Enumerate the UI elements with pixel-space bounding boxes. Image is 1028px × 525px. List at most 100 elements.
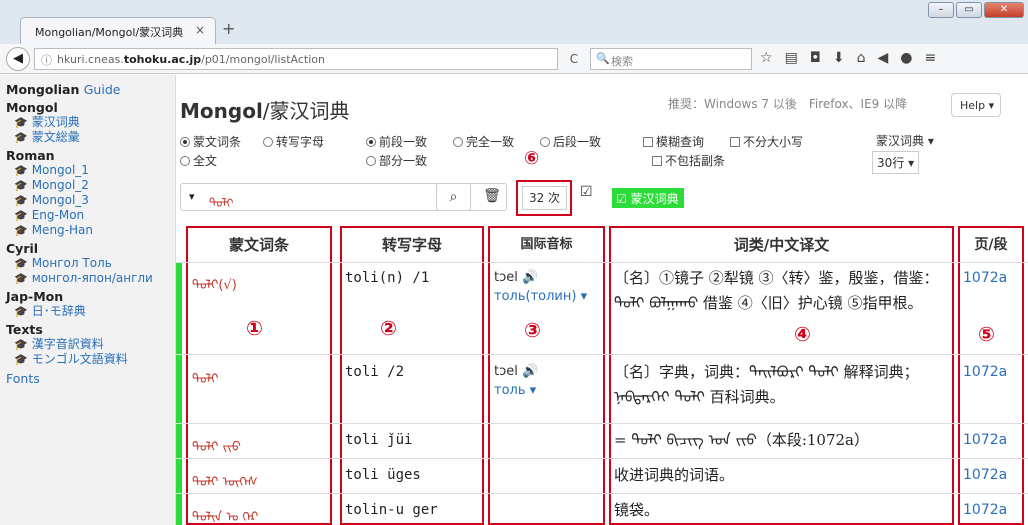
- help-label: Help: [960, 99, 986, 112]
- search-button[interactable]: ⌕: [436, 183, 471, 211]
- checkbox-exclude-sub[interactable]: 不包括副条: [652, 152, 725, 169]
- close-tab-icon[interactable]: ×: [195, 23, 205, 37]
- sidebar-item-label: 日･モ辞典: [31, 304, 86, 318]
- guide-link[interactable]: Guide: [84, 82, 121, 97]
- row3-mongol[interactable]: ᠲᠣᠯᠢ ᠵᠢᠤ: [192, 432, 241, 455]
- sidebar-item-mongol-shiryo[interactable]: 🎓 モンゴル文語資料: [6, 352, 175, 367]
- sidebar-item-mongol-tol[interactable]: 🎓 Монгол Толь: [6, 256, 175, 271]
- sidebar-item-mongol-yapon[interactable]: 🎓 монгол-япон/англи: [6, 271, 175, 286]
- menu-icon[interactable]: ≡: [925, 50, 937, 66]
- fonts-link[interactable]: Fonts: [6, 371, 175, 386]
- cyrillic-text: толь: [494, 383, 526, 398]
- browser-search-input[interactable]: 🔍 検索: [590, 48, 752, 70]
- header-ipa[interactable]: 国际音标: [490, 229, 603, 263]
- info-icon[interactable]: ⓘ: [41, 52, 52, 68]
- reading-list-icon[interactable]: ▤: [785, 50, 798, 66]
- marker-2: ②: [380, 316, 397, 340]
- sidebar-item-kanji-shiryo[interactable]: 🎓 漢字音訳資料: [6, 337, 175, 352]
- row1-cyrillic[interactable]: толь(толин) ▾: [494, 289, 587, 304]
- pocket-icon[interactable]: ◘: [810, 50, 821, 66]
- hat-icon: 🎓: [14, 179, 28, 192]
- help-button[interactable]: Help ▾: [951, 93, 1001, 117]
- row4-translit: toli üges: [345, 467, 421, 483]
- browser-navbar: ◀ ⓘ hkuri.cneas.tohoku.ac.jp/p01/mongol/…: [0, 44, 1028, 74]
- back-arrow-icon[interactable]: ◀: [6, 47, 30, 71]
- hat-icon: 🎓: [14, 338, 28, 351]
- option-label: 后段一致: [553, 135, 602, 149]
- sidebar-item-mongol-2[interactable]: 🎓 Mongol_2: [6, 178, 175, 193]
- row-highlight-bar: [176, 494, 182, 525]
- sidebar-item-mongol-3[interactable]: 🎓 Mongol_3: [6, 193, 175, 208]
- window-controls: – ▭ ✕: [928, 2, 1024, 18]
- header-translation[interactable]: 词类/中文译文: [611, 229, 952, 263]
- url-bar[interactable]: ⓘ hkuri.cneas.tohoku.ac.jp/p01/mongol/li…: [34, 48, 558, 70]
- sidebar-item-mongol-zonghui[interactable]: 🎓 蒙文総彙: [6, 130, 175, 145]
- radio-exact-match[interactable]: 完全一致: [453, 133, 514, 150]
- row2-mongol[interactable]: ᠲᠣᠯᠢ: [192, 364, 218, 387]
- row5-page[interactable]: 1072a: [963, 502, 1007, 518]
- sidebar-item-jap-mon[interactable]: 🎓 日･モ辞典: [6, 304, 175, 319]
- header-page[interactable]: 页/段: [960, 229, 1022, 263]
- dict-badge[interactable]: ☑ 蒙汉词典: [612, 188, 684, 208]
- sidebar-item-menghan-dict[interactable]: 🎓 蒙汉词典: [6, 115, 175, 130]
- radio-translit[interactable]: 转写字母: [263, 133, 324, 150]
- checkbox-box: [643, 137, 653, 147]
- marker-6: ⑥: [524, 148, 540, 169]
- marker-5: ⑤: [978, 322, 995, 346]
- row2-cyrillic[interactable]: толь ▾: [494, 383, 536, 398]
- window-close-icon[interactable]: ✕: [984, 2, 1024, 18]
- radio-prefix-match[interactable]: 前段一致: [366, 133, 427, 150]
- title-chinese: /蒙汉词典: [262, 99, 350, 123]
- row1-mongol[interactable]: ᠲᠣᠯᠢ(√): [192, 270, 237, 293]
- trash-icon: 🗑: [483, 188, 501, 204]
- sidebar-group-title: Mongolian: [6, 82, 80, 97]
- sidebar-item-label: 蒙汉词典: [31, 115, 80, 129]
- option-label: 完全一致: [466, 135, 515, 149]
- browser-tab[interactable]: Mongolian/Mongol/蒙汉词典 ×: [20, 17, 216, 44]
- home-icon[interactable]: ⌂: [857, 50, 866, 66]
- header-mongol-entry[interactable]: 蒙文词条: [188, 229, 330, 263]
- new-tab-button[interactable]: +: [222, 19, 235, 38]
- checkbox-fuzzy[interactable]: 模糊查询: [643, 133, 704, 150]
- send-icon[interactable]: ◀: [878, 50, 889, 66]
- checkbox-ignore-case[interactable]: 不分大小写: [730, 133, 803, 150]
- chevron-down-icon[interactable]: ▾: [189, 190, 195, 203]
- option-label: 前段一致: [379, 135, 428, 149]
- check-icon[interactable]: ☑: [580, 184, 593, 200]
- reload-icon[interactable]: C: [560, 48, 588, 70]
- account-icon[interactable]: ●: [900, 50, 912, 66]
- row2-page[interactable]: 1072a: [963, 364, 1007, 380]
- radio-mongol-entry[interactable]: 蒙文词条: [180, 133, 241, 150]
- speaker-icon[interactable]: 🔊: [522, 270, 538, 285]
- row4-page[interactable]: 1072a: [963, 467, 1007, 483]
- sidebar-item-label: Mongol_3: [31, 193, 89, 207]
- row3-translation: = ᠲᠣᠯᠢ ᠪᠢᠴᠢᠭ ᠤᠨ ᠵᠢᠤ（本段:1072a）: [614, 431, 869, 449]
- option-label: 蒙文词条: [193, 135, 242, 149]
- download-icon[interactable]: ⬇: [833, 50, 845, 66]
- option-label: 不分大小写: [743, 135, 804, 149]
- row1-page[interactable]: 1072a: [963, 270, 1007, 286]
- sidebar-item-mongol-1[interactable]: 🎓 Mongol_1: [6, 163, 175, 178]
- header-translit[interactable]: 转写字母: [342, 229, 482, 263]
- sidebar-item-meng-han[interactable]: 🎓 Meng-Han: [6, 223, 175, 238]
- hat-icon: 🎓: [14, 224, 28, 237]
- row3-translit: toli ǰüi: [345, 432, 413, 448]
- maximize-icon[interactable]: ▭: [956, 2, 982, 18]
- rows-select[interactable]: 30行 ▾: [872, 151, 920, 174]
- row-divider: [176, 423, 1028, 424]
- sidebar: Mongolian Guide Mongol 🎓 蒙汉词典 🎓 蒙文総彙 Roman…: [0, 75, 176, 525]
- row5-mongol[interactable]: ᠲᠣᠯᠢᠨ ᠤ ᠭᠡᠷ: [192, 502, 258, 525]
- bookmark-star-icon[interactable]: ☆: [760, 50, 773, 66]
- minimize-icon[interactable]: –: [928, 2, 954, 18]
- clear-button[interactable]: 🗑: [477, 183, 507, 211]
- row3-page[interactable]: 1072a: [963, 432, 1007, 448]
- radio-partial-match[interactable]: 部分一致: [366, 152, 427, 169]
- dict-select[interactable]: 蒙汉词典 ▾: [872, 130, 938, 151]
- sidebar-item-eng-mon[interactable]: 🎓 Eng-Mon: [6, 208, 175, 223]
- speaker-icon[interactable]: 🔊: [522, 364, 538, 379]
- radio-suffix-match[interactable]: 后段一致: [540, 133, 601, 150]
- hat-icon: 🎓: [14, 305, 28, 318]
- row4-mongol[interactable]: ᠲᠣᠯᠢ ᠦᠭᠡᠰ: [192, 467, 258, 490]
- search-icon: 🔍: [596, 52, 610, 65]
- radio-fulltext[interactable]: 全文: [180, 152, 217, 169]
